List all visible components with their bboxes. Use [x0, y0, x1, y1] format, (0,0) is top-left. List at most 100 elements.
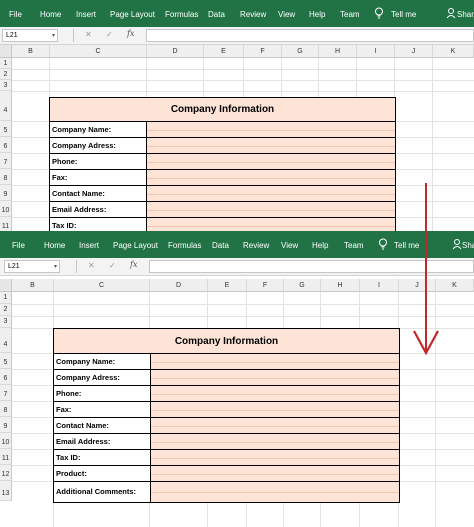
tab-formulas[interactable]: Formulas: [165, 10, 198, 19]
row-header-3[interactable]: 3: [0, 316, 12, 328]
cancel-icon[interactable]: ✕: [85, 30, 92, 39]
tab-home[interactable]: Home: [44, 241, 65, 250]
row-header-4[interactable]: 4: [0, 91, 12, 121]
share-button[interactable]: Share: [462, 241, 474, 250]
tab-formulas[interactable]: Formulas: [168, 241, 201, 250]
row-header-4[interactable]: 4: [0, 328, 12, 353]
tab-page-layout[interactable]: Page Layout: [110, 10, 155, 19]
column-header-e[interactable]: E: [208, 279, 247, 292]
row-header-13[interactable]: 13: [0, 481, 12, 501]
value-contact-name[interactable]: [151, 418, 399, 434]
tab-data[interactable]: Data: [208, 10, 225, 19]
enter-icon[interactable]: ✓: [109, 261, 116, 270]
cancel-icon[interactable]: ✕: [88, 261, 95, 270]
row-header-5[interactable]: 5: [0, 353, 12, 369]
value-email-address[interactable]: [147, 202, 395, 218]
value-contact-name[interactable]: [147, 186, 395, 202]
row-header-11[interactable]: 11: [0, 449, 12, 465]
column-header-c[interactable]: C: [50, 45, 147, 58]
row-header-5[interactable]: 5: [0, 121, 12, 137]
tab-file[interactable]: File: [12, 241, 25, 250]
row-header-3[interactable]: 3: [0, 80, 12, 91]
value-additional-comments[interactable]: [151, 482, 399, 502]
row-header-6[interactable]: 6: [0, 369, 12, 385]
select-all-corner[interactable]: [0, 45, 12, 58]
value-company-name[interactable]: [151, 354, 399, 370]
row-header-11[interactable]: 11: [0, 217, 12, 231]
tab-view[interactable]: View: [281, 241, 298, 250]
column-header-k[interactable]: K: [433, 45, 474, 58]
insert-function-icon[interactable]: fx: [127, 29, 134, 38]
row-header-1[interactable]: 1: [0, 58, 12, 69]
column-header-h[interactable]: H: [319, 45, 357, 58]
label-company-address: Company Adress:: [50, 138, 147, 154]
tab-file[interactable]: File: [9, 10, 22, 19]
row-header-8[interactable]: 8: [0, 169, 12, 185]
value-company-name[interactable]: [147, 122, 395, 138]
column-header-d[interactable]: D: [150, 279, 208, 292]
row-header-2[interactable]: 2: [0, 304, 12, 316]
column-header-f[interactable]: F: [247, 279, 284, 292]
tab-insert[interactable]: Insert: [76, 10, 96, 19]
tab-page-layout[interactable]: Page Layout: [113, 241, 158, 250]
row-header-2[interactable]: 2: [0, 69, 12, 80]
value-tax-id[interactable]: [147, 218, 395, 231]
row-header-6[interactable]: 6: [0, 137, 12, 153]
row-header-12[interactable]: 12: [0, 465, 12, 481]
insert-function-icon[interactable]: fx: [130, 260, 137, 269]
column-header-c[interactable]: C: [54, 279, 150, 292]
share-button[interactable]: Share: [457, 10, 474, 19]
formula-input[interactable]: [146, 29, 474, 42]
column-header-i[interactable]: I: [357, 45, 395, 58]
tab-insert[interactable]: Insert: [79, 241, 99, 250]
enter-icon[interactable]: ✓: [106, 30, 113, 39]
tab-review[interactable]: Review: [243, 241, 269, 250]
tab-home[interactable]: Home: [40, 10, 61, 19]
value-fax[interactable]: [147, 170, 395, 186]
column-header-b[interactable]: B: [12, 279, 54, 292]
tab-data[interactable]: Data: [212, 241, 229, 250]
column-header-d[interactable]: D: [147, 45, 204, 58]
row-header-7[interactable]: 7: [0, 153, 12, 169]
value-fax[interactable]: [151, 402, 399, 418]
name-box[interactable]: L21 ▾: [2, 29, 58, 42]
column-header-j[interactable]: J: [395, 45, 433, 58]
column-header-e[interactable]: E: [204, 45, 244, 58]
tab-team[interactable]: Team: [344, 241, 364, 250]
chevron-down-icon[interactable]: ▾: [54, 263, 57, 270]
tab-help[interactable]: Help: [312, 241, 328, 250]
value-product[interactable]: [151, 466, 399, 482]
label-phone: Phone:: [54, 386, 151, 402]
row-header-9[interactable]: 9: [0, 417, 12, 433]
value-tax-id[interactable]: [151, 450, 399, 466]
column-header-i[interactable]: I: [360, 279, 399, 292]
column-header-j[interactable]: J: [399, 279, 436, 292]
tell-me-search[interactable]: Tell me: [394, 241, 419, 250]
row-header-8[interactable]: 8: [0, 401, 12, 417]
row-header-1[interactable]: 1: [0, 292, 12, 304]
value-phone[interactable]: [151, 386, 399, 402]
row-header-10[interactable]: 10: [0, 433, 12, 449]
tab-team[interactable]: Team: [340, 10, 360, 19]
row-header-9[interactable]: 9: [0, 185, 12, 201]
tell-me-search[interactable]: Tell me: [391, 10, 416, 19]
tab-review[interactable]: Review: [240, 10, 266, 19]
column-header-g[interactable]: G: [284, 279, 321, 292]
column-header-g[interactable]: G: [282, 45, 319, 58]
column-header-f[interactable]: F: [244, 45, 282, 58]
row-header-7[interactable]: 7: [0, 385, 12, 401]
column-header-h[interactable]: H: [321, 279, 360, 292]
name-box[interactable]: L21 ▾: [4, 260, 60, 273]
formula-input[interactable]: [149, 260, 474, 273]
column-header-b[interactable]: B: [12, 45, 50, 58]
value-phone[interactable]: [147, 154, 395, 170]
value-company-address[interactable]: [147, 138, 395, 154]
row-header-10[interactable]: 10: [0, 201, 12, 217]
tab-view[interactable]: View: [278, 10, 295, 19]
chevron-down-icon[interactable]: ▾: [52, 32, 55, 39]
select-all-corner[interactable]: [0, 279, 12, 292]
value-email-address[interactable]: [151, 434, 399, 450]
value-company-address[interactable]: [151, 370, 399, 386]
column-header-k[interactable]: K: [436, 279, 474, 292]
tab-help[interactable]: Help: [309, 10, 325, 19]
